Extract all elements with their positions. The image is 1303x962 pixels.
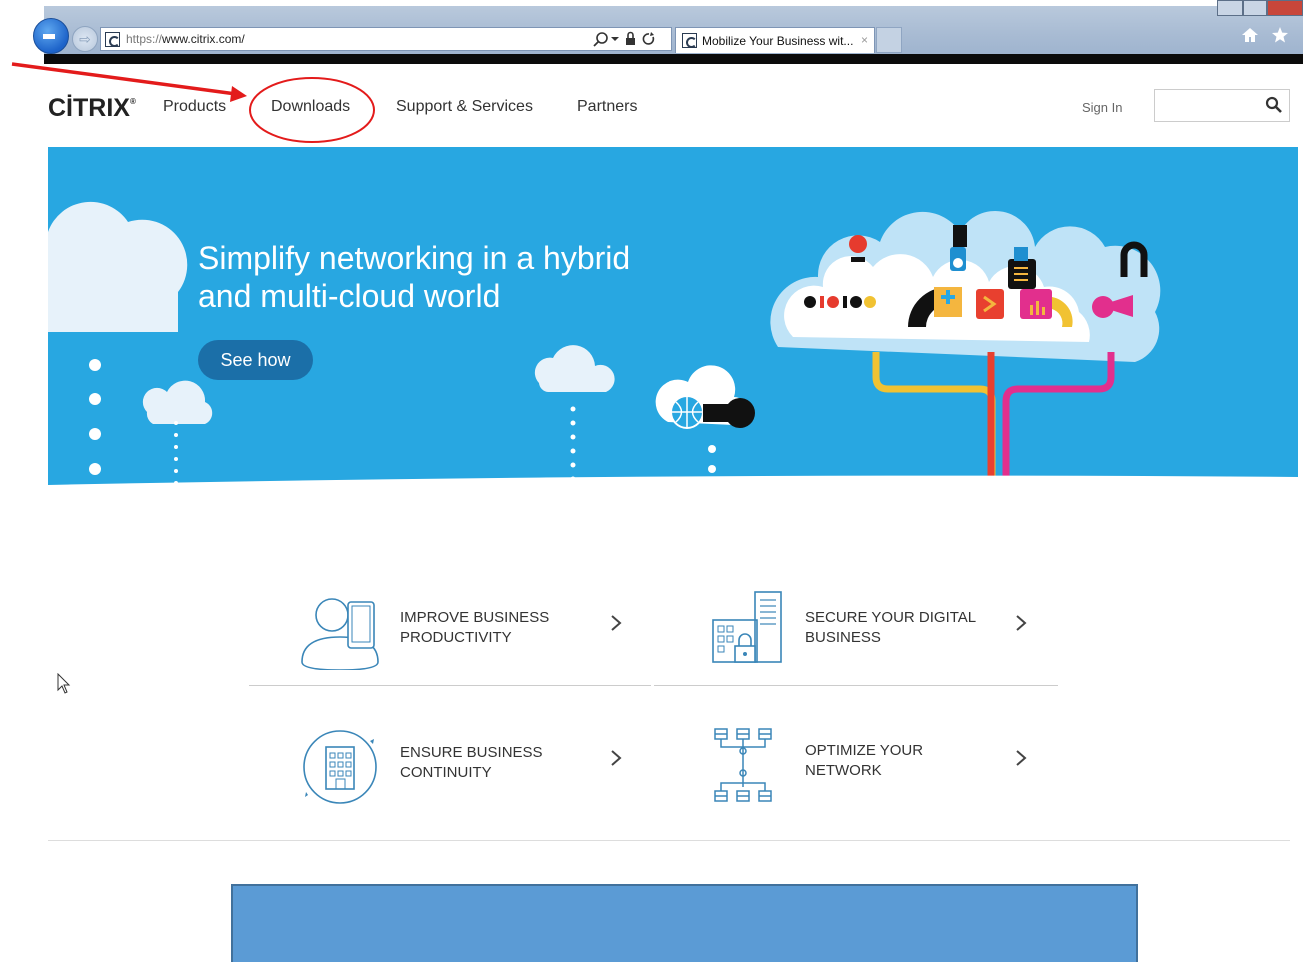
minimize-button[interactable] — [1217, 0, 1243, 16]
address-url: https://www.citrix.com/ — [126, 32, 245, 46]
maximize-button[interactable] — [1243, 0, 1267, 16]
section-divider — [48, 840, 1290, 841]
search-input[interactable] — [1154, 89, 1290, 122]
tile-productivity[interactable]: IMPROVE BUSINESS PRODUCTIVITY — [250, 562, 650, 682]
close-window-button[interactable] — [1267, 0, 1303, 16]
nav-downloads[interactable]: Downloads — [271, 98, 350, 116]
nav-products[interactable]: Products — [163, 98, 226, 116]
address-bar[interactable]: https://www.citrix.com/ — [100, 27, 672, 51]
logo-text: CİTRIX — [48, 94, 130, 122]
tile-secure[interactable]: SECURE YOUR DIGITAL BUSINESS — [655, 562, 1055, 682]
chevron-right-icon — [610, 749, 622, 773]
window-controls — [1213, 0, 1303, 18]
hero-title: Simplify networking in a hybrid and mult… — [198, 240, 631, 314]
person-tablet-icon — [301, 598, 379, 670]
tile-optimize[interactable]: OPTIMIZE YOUR NETWORK — [655, 697, 1055, 817]
url-prefix: https:// — [126, 32, 163, 46]
star-icon[interactable] — [1271, 27, 1289, 43]
search-icon[interactable] — [1265, 96, 1283, 114]
chevron-right-icon — [1015, 749, 1027, 773]
see-how-button[interactable]: See how — [198, 340, 313, 380]
sign-in-link[interactable]: Sign In — [1082, 100, 1122, 115]
citrix-logo[interactable]: CİTRIX® — [48, 94, 136, 123]
site-favicon-icon — [105, 32, 120, 47]
forward-button[interactable]: ⇨ — [72, 26, 98, 52]
site-header: CİTRIX® Products Downloads Support & Ser… — [48, 82, 1303, 142]
mouse-cursor-icon — [57, 673, 71, 694]
cloud-network-illustration — [48, 201, 1298, 503]
tile-label: ENSURE BUSINESS CONTINUITY — [400, 744, 543, 781]
tab-favicon-icon — [682, 33, 697, 48]
tile-label: OPTIMIZE YOUR NETWORK — [805, 742, 924, 779]
toolbar-divider — [44, 54, 1303, 64]
tab-close-icon[interactable]: × — [861, 33, 868, 47]
overlay-box — [231, 884, 1138, 962]
browser-chrome: ⇨ https://www.citrix.com/ Mobilize Your … — [0, 0, 1303, 65]
tile-label: SECURE YOUR DIGITAL BUSINESS — [805, 609, 976, 646]
secure-building-icon — [712, 591, 782, 663]
nav-partners[interactable]: Partners — [577, 98, 637, 116]
search-lock-refresh-icon[interactable] — [593, 30, 663, 48]
building-cycle-icon — [303, 730, 377, 804]
home-icon[interactable] — [1241, 27, 1259, 43]
tab-title: Mobilize Your Business wit... — [702, 34, 854, 48]
browser-tab[interactable]: Mobilize Your Business wit... × — [675, 27, 875, 53]
address-tools[interactable] — [593, 30, 663, 51]
home-favorites-icons — [1241, 26, 1289, 49]
divider — [249, 685, 651, 686]
hero-banner: Simplify networking in a hybrid and mult… — [48, 147, 1298, 503]
registered-mark: ® — [129, 97, 136, 106]
chevron-right-icon — [610, 614, 622, 638]
back-button[interactable] — [33, 18, 69, 54]
new-tab-button[interactable] — [876, 27, 902, 53]
network-nodes-icon — [714, 728, 772, 802]
nav-support-services[interactable]: Support & Services — [396, 98, 533, 116]
chevron-right-icon — [1015, 614, 1027, 638]
tile-label: IMPROVE BUSINESS PRODUCTIVITY — [400, 609, 550, 646]
divider — [654, 685, 1058, 686]
tile-continuity[interactable]: ENSURE BUSINESS CONTINUITY — [250, 697, 650, 817]
url-host: www.citrix.com/ — [162, 32, 245, 46]
